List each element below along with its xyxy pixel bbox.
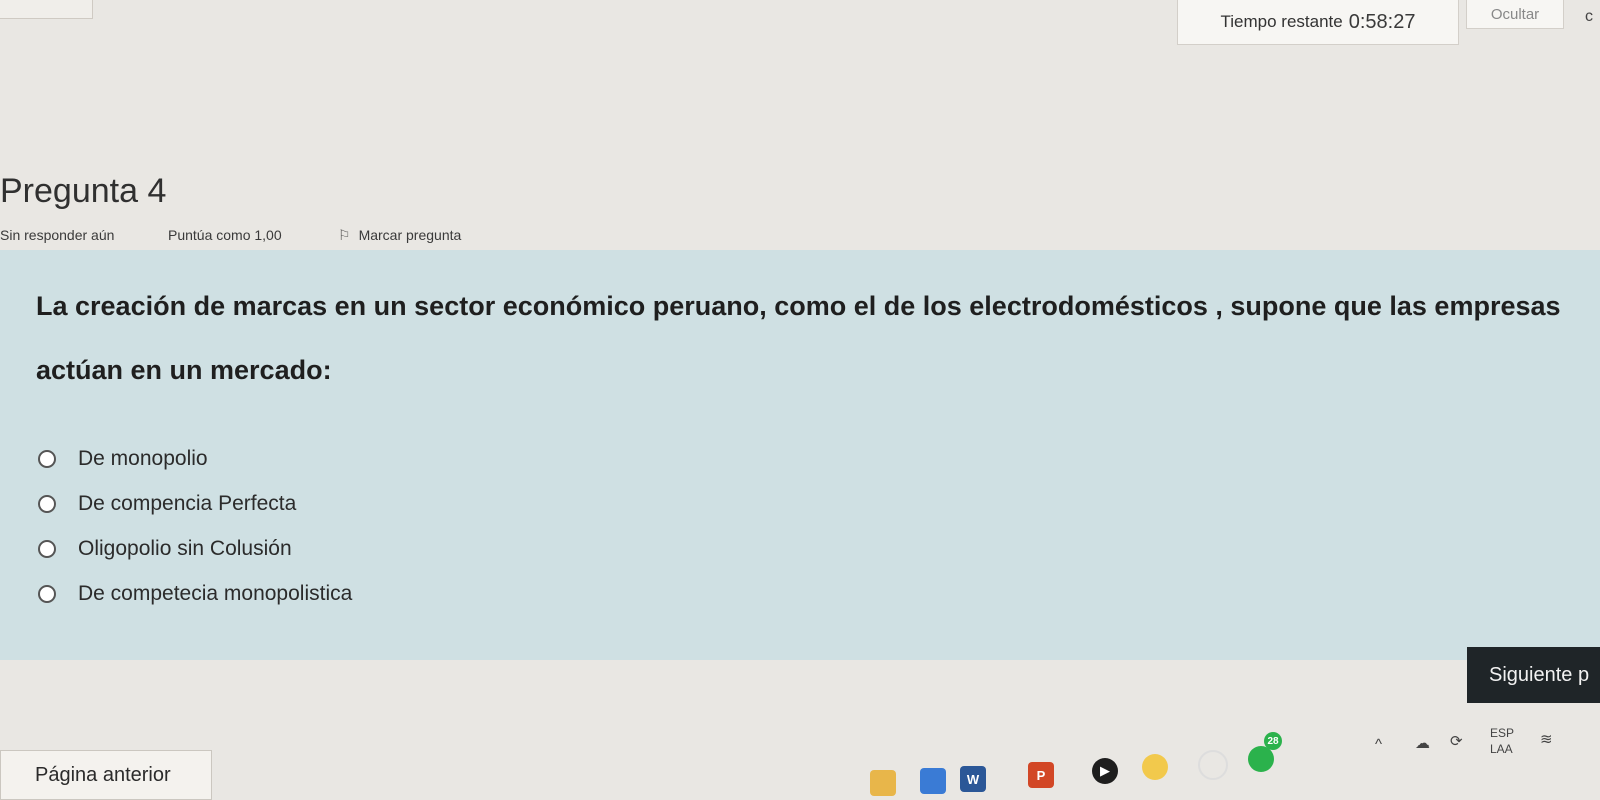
sync-icon[interactable]: ⟳ <box>1450 732 1463 750</box>
question-title: Pregunta 4 <box>0 172 167 210</box>
question-grade: Puntúa como 1,00 <box>168 227 282 243</box>
cloud-icon[interactable]: ☁ <box>1415 734 1430 752</box>
next-page-button[interactable]: Siguiente p <box>1467 647 1600 703</box>
answer-label: De monopolio <box>78 446 208 470</box>
flag-question-label: Marcar pregunta <box>358 227 462 243</box>
question-text: La creación de marcas en un sector econó… <box>36 291 1561 385</box>
radio-button[interactable] <box>38 584 56 603</box>
answer-label: De competecia monopolistica <box>78 581 353 605</box>
whatsapp-icon[interactable] <box>1248 746 1274 772</box>
hide-timer-button[interactable]: Ocultar <box>1466 0 1564 29</box>
question-panel: La creación de marcas en un sector econó… <box>0 250 1600 660</box>
answer-option[interactable]: De monopolio <box>38 436 352 481</box>
answer-option[interactable]: De compencia Perfecta <box>38 481 352 526</box>
question-status: Sin responder aún <box>0 227 115 243</box>
top-left-frame <box>0 0 93 19</box>
notification-badge: 28 <box>1264 732 1282 750</box>
answer-options: De monopolio De compencia Perfecta Oligo… <box>38 436 352 616</box>
media-player-icon[interactable]: ▶ <box>1092 758 1118 784</box>
store-icon[interactable] <box>920 768 946 794</box>
search-icon[interactable] <box>1198 750 1228 780</box>
timer-label: Tiempo restante <box>1220 12 1343 31</box>
answer-option[interactable]: De competecia monopolistica <box>38 571 352 616</box>
language-indicator[interactable]: ESP <box>1490 726 1514 740</box>
keyboard-layout-indicator[interactable]: LAA <box>1490 742 1513 756</box>
timer-box: Tiempo restante 0:58:27 <box>1177 0 1459 45</box>
flag-question-button[interactable]: ⚐ Marcar pregunta <box>338 227 461 244</box>
answer-label: Oligopolio sin Colusión <box>78 536 292 560</box>
question-info: Sin responder aún Puntúa como 1,00 ⚐ Mar… <box>0 224 520 246</box>
chrome-icon[interactable] <box>1142 754 1168 780</box>
radio-button[interactable] <box>38 494 56 513</box>
edge-fragment: c <box>1585 8 1593 25</box>
radio-button[interactable] <box>38 539 56 558</box>
answer-option[interactable]: Oligopolio sin Colusión <box>38 526 352 571</box>
wifi-icon[interactable]: ≋ <box>1540 730 1553 748</box>
radio-button[interactable] <box>38 449 56 468</box>
file-explorer-icon[interactable] <box>870 770 896 796</box>
timer-value: 0:58:27 <box>1348 10 1416 33</box>
powerpoint-icon[interactable]: P <box>1028 762 1054 788</box>
word-icon[interactable]: W <box>960 766 986 792</box>
previous-page-button[interactable]: Página anterior <box>0 750 212 800</box>
windows-taskbar: W P ▶ 28 ^ ☁ ⟳ ESP LAA ≋ <box>820 726 1600 800</box>
answer-label: De compencia Perfecta <box>78 491 297 515</box>
flag-icon: ⚐ <box>338 226 351 243</box>
chevron-up-icon[interactable]: ^ <box>1375 736 1382 753</box>
